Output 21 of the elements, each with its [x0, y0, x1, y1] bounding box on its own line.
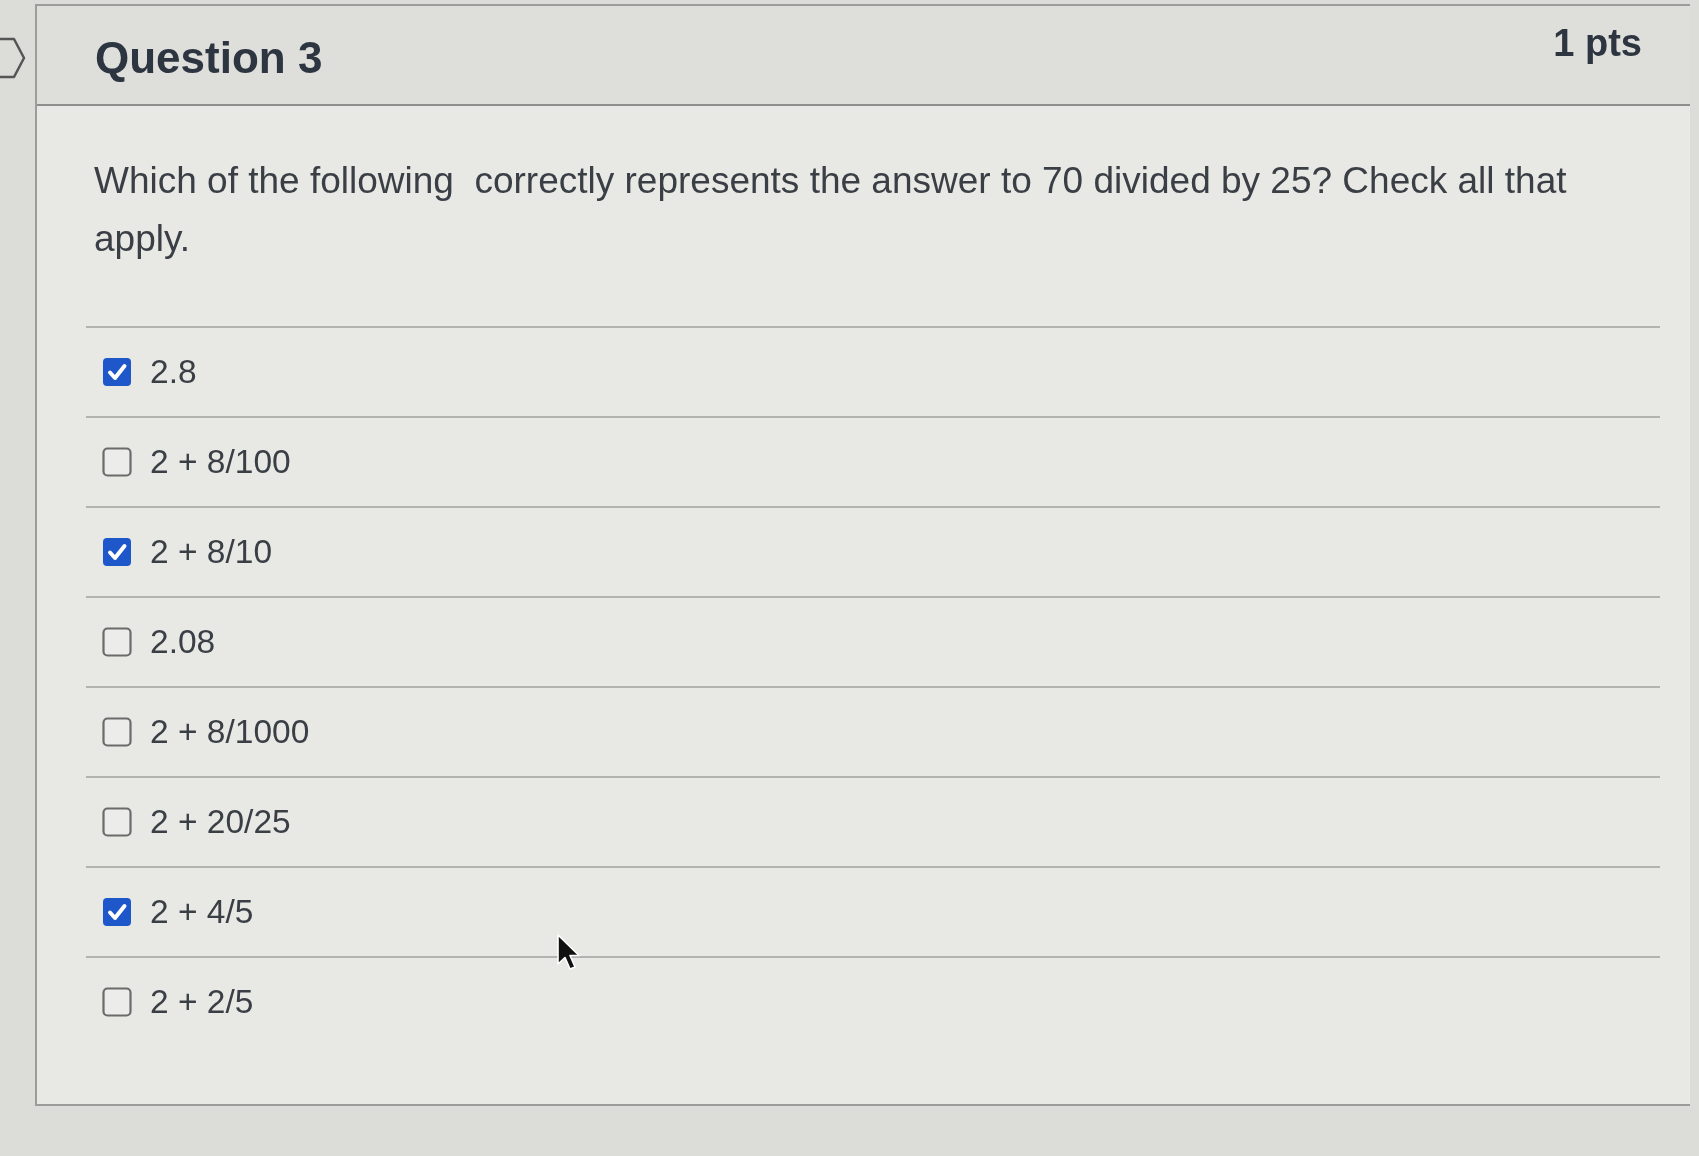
option-label[interactable]: 2 + 4/5	[150, 893, 254, 931]
question-text: Which of the following correctly represents the answer to 70 divided by 25? Check all that apply.	[94, 159, 1568, 261]
option-label[interactable]: 2.08	[150, 623, 216, 661]
option-label[interactable]: 2 + 20/25	[150, 803, 291, 841]
question-title: Question 3	[95, 33, 323, 83]
checkbox[interactable]	[102, 987, 132, 1017]
checkbox[interactable]	[102, 717, 132, 747]
checkbox[interactable]	[102, 627, 132, 657]
checkbox[interactable]	[102, 447, 132, 477]
checkbox[interactable]	[102, 357, 132, 387]
option-label[interactable]: 2.8	[150, 353, 197, 391]
option-label[interactable]: 2 + 8/1000	[150, 713, 310, 751]
mouse-pointer-icon	[556, 934, 580, 972]
checkbox[interactable]	[102, 897, 132, 927]
question-points: 1 pts	[1553, 22, 1642, 65]
checkbox[interactable]	[102, 807, 132, 837]
checkbox[interactable]	[102, 537, 132, 567]
tag-outline-icon[interactable]	[0, 36, 26, 80]
option-label[interactable]: 2 + 8/10	[150, 533, 272, 571]
option-label[interactable]: 2 + 8/100	[150, 443, 291, 481]
option-label[interactable]: 2 + 2/5	[150, 983, 254, 1021]
